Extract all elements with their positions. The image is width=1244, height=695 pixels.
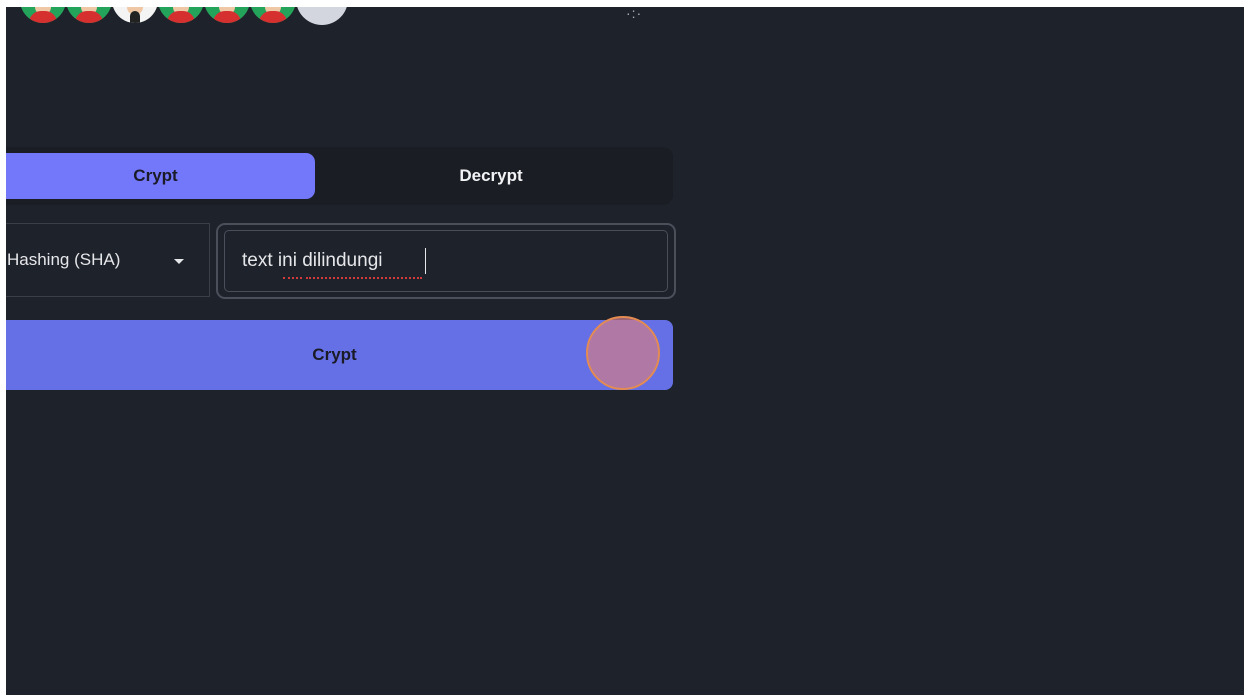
mode-tabs: Crypt Decrypt xyxy=(6,147,673,205)
avatar[interactable] xyxy=(66,7,112,23)
crypt-button[interactable]: Crypt xyxy=(6,320,673,390)
method-select-value: Hashing (SHA) xyxy=(7,250,121,269)
spellcheck-underline xyxy=(283,274,302,279)
avatar[interactable] xyxy=(250,7,296,23)
text-input[interactable] xyxy=(242,247,652,275)
avatar[interactable] xyxy=(158,7,204,23)
tab-decrypt-label: Decrypt xyxy=(459,166,523,185)
spellcheck-underline xyxy=(306,274,422,279)
chevron-down-icon xyxy=(174,259,184,264)
tab-decrypt[interactable]: Decrypt xyxy=(315,153,667,199)
method-select[interactable]: Hashing (SHA) xyxy=(6,223,210,297)
click-indicator xyxy=(586,316,660,390)
tab-crypt-label: Crypt xyxy=(133,166,178,185)
avatar-more[interactable] xyxy=(296,7,348,25)
dots-icon[interactable]: ·:· xyxy=(626,7,642,21)
text-input-container xyxy=(216,223,676,299)
avatar[interactable] xyxy=(20,7,66,23)
app-window: ·:· Crypt Decrypt Hashing (SHA) Crypt xyxy=(6,7,1244,695)
text-cursor xyxy=(425,248,426,274)
avatar[interactable] xyxy=(204,7,250,23)
tab-crypt[interactable]: Crypt xyxy=(6,153,315,199)
avatar[interactable] xyxy=(112,7,158,23)
